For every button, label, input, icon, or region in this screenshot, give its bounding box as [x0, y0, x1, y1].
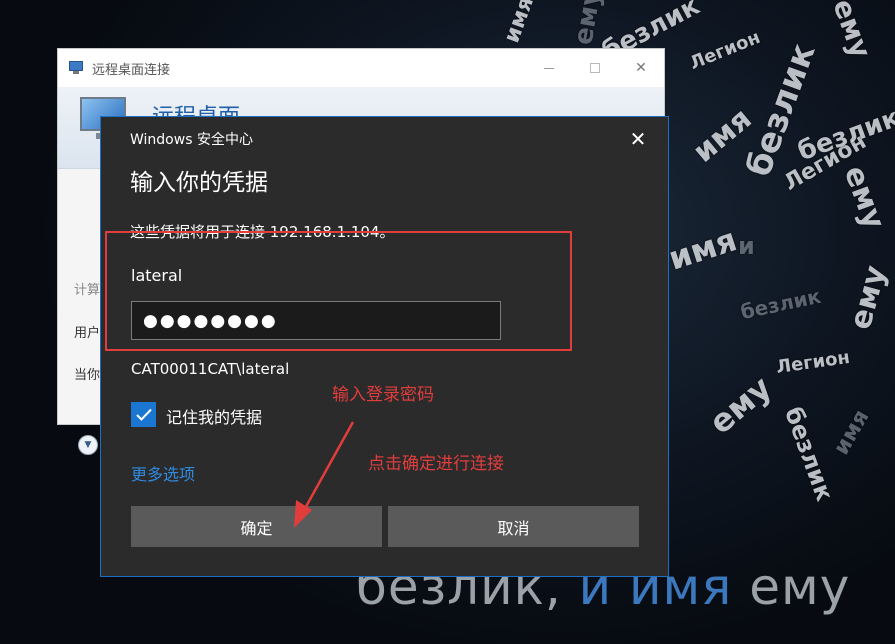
wallpaper-word: ему: [836, 161, 892, 234]
show-options-button[interactable]: ▼: [78, 435, 98, 455]
wallpaper-word: ему: [701, 368, 779, 442]
checkmark-icon: [135, 408, 152, 421]
minimize-button[interactable]: [526, 49, 572, 87]
maximize-button[interactable]: [572, 49, 618, 87]
dialog-caption: Windows 安全中心: [130, 132, 253, 148]
user-label: 用户: [74, 326, 101, 341]
wallpaper-word: безлик: [738, 283, 823, 325]
remember-credentials-label[interactable]: 记住我的凭据: [166, 404, 262, 428]
rdc-window-title: 远程桌面连接: [92, 62, 171, 78]
remote-desktop-icon: [68, 60, 86, 76]
current-label: 当你: [74, 368, 101, 383]
annotation-enter-password: 输入登录密码: [332, 385, 434, 405]
maximize-icon: [590, 63, 600, 73]
window-controls: ✕: [526, 49, 664, 87]
chevron-down-icon: ▼: [84, 440, 92, 450]
close-icon: ✕: [635, 60, 647, 76]
domain-user-label: CAT00011CAT\lateral: [131, 360, 290, 378]
close-icon: ✕: [629, 127, 647, 151]
dialog-title: 输入你的凭据: [130, 170, 268, 196]
wallpaper-word: имя: [829, 405, 875, 460]
wallpaper-word: ему: [826, 0, 878, 63]
dialog-close-button[interactable]: ✕: [626, 127, 650, 151]
annotation-highlight-box: [105, 231, 572, 351]
remember-credentials-checkbox[interactable]: [131, 402, 156, 427]
wallpaper-word: безлик: [778, 403, 839, 505]
more-options-link[interactable]: 更多选项: [131, 461, 195, 485]
annotation-click-ok: 点击确定进行连接: [368, 454, 504, 474]
wallpaper-word: ему: [842, 261, 894, 334]
ok-button[interactable]: 确定: [131, 506, 382, 547]
rdc-titlebar[interactable]: 远程桌面连接 ✕: [58, 49, 664, 87]
close-button[interactable]: ✕: [618, 49, 664, 87]
computer-label: 计算: [74, 283, 101, 298]
wallpaper-word: Легион: [686, 26, 764, 75]
wallpaper-word: имя: [663, 220, 742, 278]
minimize-icon: [544, 67, 554, 69]
wallpaper-tagline-part: ему: [732, 558, 851, 616]
wallpaper-word: Легион: [774, 346, 852, 379]
cancel-button[interactable]: 取消: [388, 506, 639, 547]
